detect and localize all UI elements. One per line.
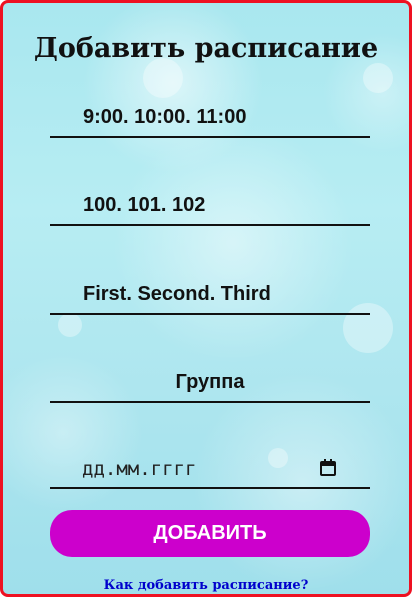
rooms-value: 100. 101. 102 <box>83 194 206 216</box>
date-placeholder: дд.мм.гггг <box>82 458 197 480</box>
edge-marker <box>0 253 3 265</box>
background-bokeh <box>363 63 393 93</box>
schedule-form-panel: Добавить расписание 9:00. 10:00. 11:00 1… <box>0 0 412 597</box>
background-bokeh <box>143 58 183 98</box>
names-field[interactable]: First. Second. Third <box>50 275 370 315</box>
group-placeholder: Группа <box>175 371 245 393</box>
times-field[interactable]: 9:00. 10:00. 11:00 <box>50 98 370 138</box>
rooms-field[interactable]: 100. 101. 102 <box>50 186 370 226</box>
background-bokeh <box>58 313 82 337</box>
help-link[interactable]: Как добавить расписание? <box>3 578 409 593</box>
group-field[interactable]: Группа <box>50 363 370 403</box>
page-title: Добавить расписание <box>33 33 379 64</box>
calendar-icon[interactable] <box>320 459 336 476</box>
date-field[interactable]: дд.мм.гггг <box>50 449 370 489</box>
add-button[interactable]: ДОБАВИТЬ <box>50 510 370 557</box>
names-value: First. Second. Third <box>83 283 271 305</box>
times-value: 9:00. 10:00. 11:00 <box>83 106 247 128</box>
